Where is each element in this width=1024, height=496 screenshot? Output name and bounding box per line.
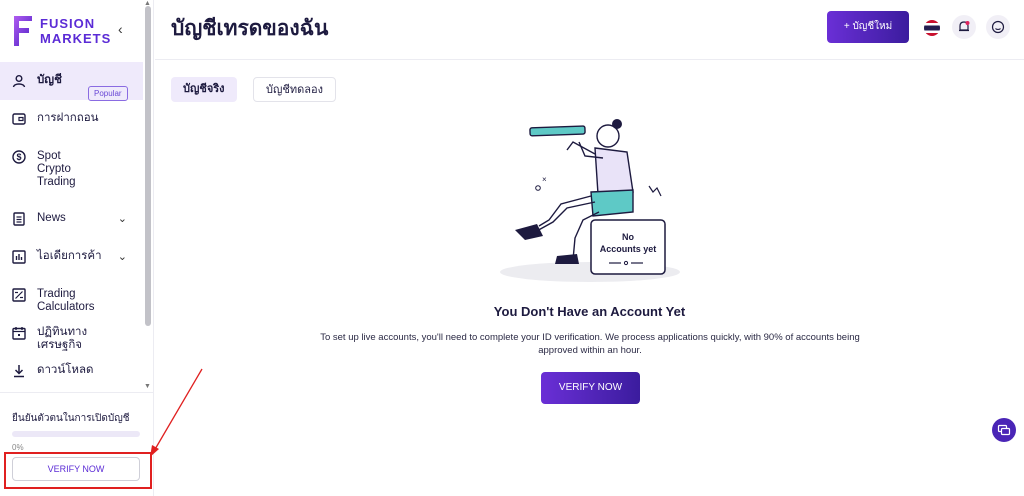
calendar-icon [12, 327, 26, 340]
app-root: FUSION MARKETS ‹ ▲ ▼ บัญชี การฝากถอน $ S… [0, 0, 1024, 496]
sidebar-item-label: ปฏิทินทางเศรษฐกิจ [37, 326, 88, 351]
chevron-down-icon[interactable]: ⌄ [118, 250, 127, 263]
empty-state-description: To set up live accounts, you'll need to … [320, 332, 860, 356]
sidebar-item-label: Trading Calculators [37, 288, 95, 313]
svg-text:×: × [542, 175, 547, 184]
tab-demo-accounts[interactable]: บัญชีทดลอง [253, 77, 336, 102]
empty-state-title: You Don't Have an Account Yet [493, 304, 686, 319]
logo[interactable]: FUSION MARKETS [12, 14, 111, 48]
svg-text:$: $ [16, 152, 21, 162]
red-arrow-icon [150, 368, 203, 457]
sidebar-item-label: ดาวน์โหลด [37, 364, 94, 376]
sidebar-item-spot-crypto[interactable]: $ Spot Crypto Trading [0, 138, 143, 200]
sidebar-item-download[interactable]: ดาวน์โหลด [0, 352, 143, 390]
sidebar-scrollbar[interactable] [145, 6, 151, 326]
profile-button[interactable] [986, 15, 1010, 39]
calculator-icon [12, 288, 26, 302]
verification-progress-label: 0% [12, 443, 24, 452]
chat-button[interactable] [992, 418, 1016, 442]
sidebar-item-label: Spot Crypto Trading [37, 150, 76, 188]
user-icon [12, 75, 26, 88]
sidebar-item-label: ไอเดียการค้า [37, 250, 102, 262]
verification-title: ยืนยันตัวตนในการเปิดบัญชี [12, 413, 130, 424]
verify-now-button[interactable]: VERIFY NOW [541, 372, 640, 404]
sidebar-item-news[interactable]: News ⌄ [0, 200, 143, 238]
page-title: บัญชีเทรดของฉัน [171, 17, 329, 40]
download-icon [14, 365, 24, 378]
brand-name: FUSION MARKETS [40, 16, 111, 46]
notification-button[interactable] [952, 15, 976, 39]
brand-line-1: FUSION [40, 16, 96, 31]
collapse-sidebar-icon[interactable]: ‹ [118, 22, 132, 36]
chart-icon [12, 250, 26, 264]
chat-icon [997, 424, 1011, 436]
sidebar-nav: บัญชี การฝากถอน $ Spot Crypto Trading Ne… [0, 62, 143, 390]
sidebar-item-trading-calculators[interactable]: Trading Calculators [0, 276, 143, 314]
verification-progress-bar [12, 431, 140, 437]
no-accounts-illustration: No Accounts yet × [500, 119, 680, 282]
new-account-button[interactable]: + บัญชีใหม่ [827, 11, 909, 43]
dollar-icon: $ [12, 150, 26, 164]
fusion-logo-icon [14, 16, 32, 46]
sidebar-item-label: บัญชี [37, 74, 62, 86]
popular-badge: Popular [88, 86, 128, 101]
tab-live-accounts[interactable]: บัญชีจริง [171, 77, 237, 102]
wallet-icon [12, 113, 26, 125]
news-icon [13, 212, 25, 226]
thai-flag-icon[interactable] [924, 20, 940, 36]
sidebar-item-deposit-withdraw[interactable]: การฝากถอน [0, 100, 143, 138]
illustration-label-1: No [622, 232, 634, 242]
illustration-label-2: Accounts yet [600, 244, 657, 254]
sidebar-item-label: การฝากถอน [37, 112, 99, 124]
top-header: บัญชีเทรดของฉัน + บัญชีใหม่ [155, 0, 1024, 60]
sidebar-item-trade-ideas[interactable]: ไอเดียการค้า ⌄ [0, 238, 143, 276]
sidebar-item-label: News [37, 212, 66, 224]
profile-icon [991, 20, 1005, 34]
sidebar-item-economic-calendar[interactable]: ปฏิทินทางเศรษฐกิจ [0, 314, 143, 352]
bell-icon [959, 21, 970, 32]
chevron-down-icon[interactable]: ⌄ [118, 212, 127, 225]
brand-line-2: MARKETS [40, 31, 112, 46]
